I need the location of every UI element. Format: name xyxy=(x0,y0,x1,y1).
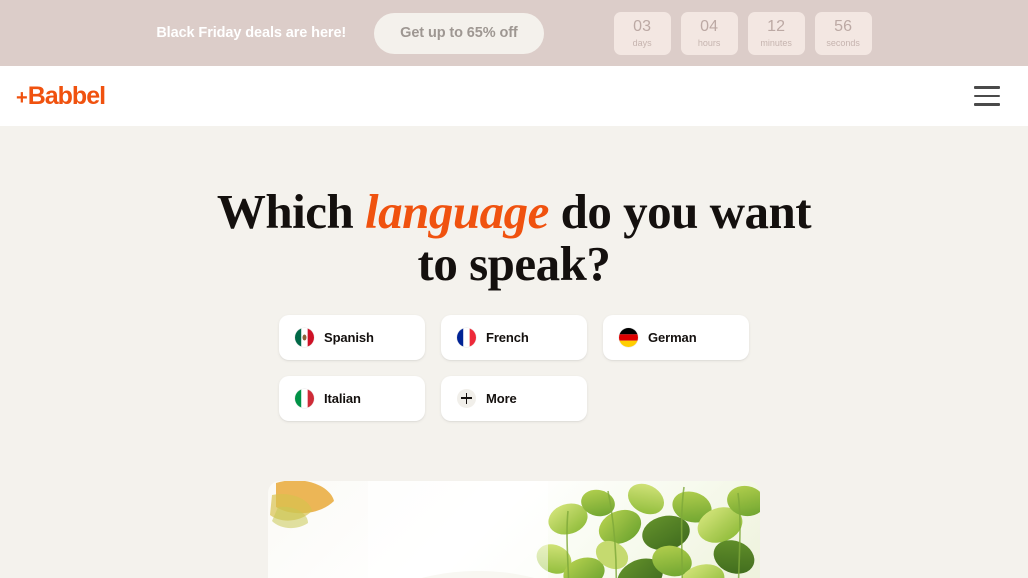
countdown-hours-value: 04 xyxy=(700,17,719,35)
language-card-spanish[interactable]: Spanish xyxy=(279,314,425,360)
site-header: + Babbel xyxy=(0,66,1028,126)
hamburger-menu-icon[interactable] xyxy=(974,86,1000,106)
countdown-days-label: days xyxy=(632,37,652,48)
countdown-minutes-label: minutes xyxy=(760,37,792,48)
flag-mexico-icon xyxy=(295,327,314,347)
countdown-seconds-label: seconds xyxy=(826,37,860,48)
promo-cta-button[interactable]: Get up to 65% off xyxy=(374,12,544,54)
hero-image-container xyxy=(268,481,760,578)
language-card-more[interactable]: More xyxy=(441,375,587,421)
language-card-italian[interactable]: Italian xyxy=(279,375,425,421)
language-label-german: German xyxy=(648,329,697,345)
flag-germany-icon xyxy=(619,327,638,347)
countdown-minutes-value: 12 xyxy=(767,17,786,35)
flag-italy-icon xyxy=(295,388,314,408)
language-label-french: French xyxy=(486,329,529,345)
countdown-cell-minutes: 12 minutes xyxy=(747,11,805,55)
language-label-spanish: Spanish xyxy=(324,329,374,345)
plus-icon xyxy=(457,388,476,408)
countdown-cell-days: 03 days xyxy=(613,11,671,55)
countdown-seconds-value: 56 xyxy=(834,17,853,35)
countdown-days-value: 03 xyxy=(633,17,652,35)
countdown-cell-hours: 04 hours xyxy=(680,11,738,55)
hamburger-bar-middle xyxy=(974,94,1000,98)
language-label-italian: Italian xyxy=(324,390,361,406)
promo-banner: Black Friday deals are here! Get up to 6… xyxy=(0,0,1028,66)
countdown-hours-label: hours xyxy=(697,37,721,48)
language-card-german[interactable]: German xyxy=(603,314,749,360)
promo-message: Black Friday deals are here! xyxy=(156,25,347,41)
flag-france-icon xyxy=(457,327,476,347)
countdown-timer: 03 days 04 hours 12 minutes 56 seconds xyxy=(613,11,872,55)
language-selection-grid: Spanish French German Italian More xyxy=(279,314,749,421)
logo-plus-icon: + xyxy=(16,86,28,109)
language-card-french[interactable]: French xyxy=(441,314,587,360)
headline-part-1: Which xyxy=(216,184,366,239)
babbel-logo[interactable]: + Babbel xyxy=(16,81,106,111)
headline-accent-word: language xyxy=(365,184,549,239)
logo-wordmark: Babbel xyxy=(27,81,106,110)
countdown-cell-seconds: 56 seconds xyxy=(814,11,872,55)
language-label-more: More xyxy=(486,390,517,406)
hamburger-bar-bottom xyxy=(974,103,1000,106)
hero-foliage-image xyxy=(268,481,760,578)
hamburger-bar-top xyxy=(974,86,1000,89)
page-title: Which language do you want to speak? xyxy=(194,184,834,291)
